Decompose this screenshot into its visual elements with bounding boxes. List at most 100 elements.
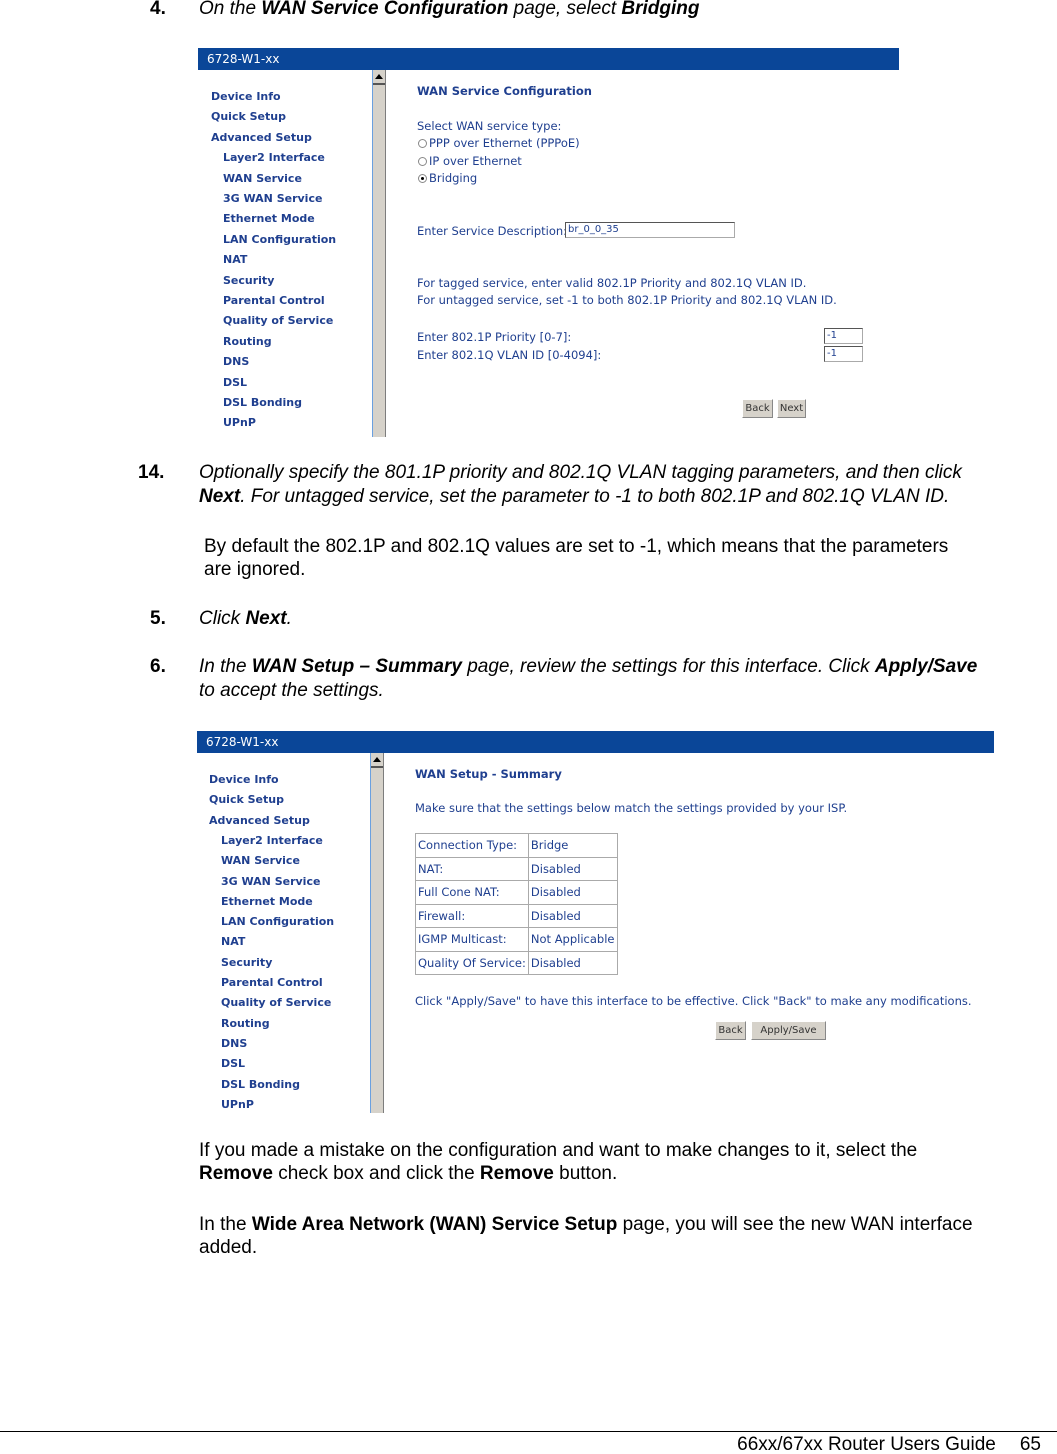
note-line-1: If you made a mistake on the configurati… bbox=[199, 1140, 918, 1161]
step-text-line-1: Optionally specify the 801.1P priority a… bbox=[199, 462, 962, 483]
sidebar-item-layer2-interface[interactable]: Layer2 Interface bbox=[223, 151, 325, 164]
sidebar-item-3g-wan-service[interactable]: 3G WAN Service bbox=[223, 192, 322, 205]
wan-setup-summary-screenshot: 6728-W1-xx Device Info Quick Setup Advance… bbox=[197, 731, 994, 1113]
sidebar-item-wan-service[interactable]: WAN Service bbox=[223, 172, 302, 185]
sidebar-item-dsl-bonding[interactable]: DSL Bonding bbox=[221, 1078, 300, 1091]
table-row: NAT: Disabled bbox=[415, 856, 618, 881]
main-content: WAN Setup - Summary Make sure that the s… bbox=[387, 753, 994, 1113]
step-5: 5. Click Next. bbox=[150, 607, 550, 631]
row-label: Firewall: bbox=[415, 903, 529, 928]
row-value: Disabled bbox=[527, 856, 618, 881]
window-title: 6728-W1-xx bbox=[197, 731, 994, 753]
sidebar-item-quality-of-service[interactable]: Quality of Service bbox=[221, 996, 331, 1009]
sidebar-item-dns[interactable]: DNS bbox=[223, 355, 249, 368]
step-text-line-1: In the WAN Setup – Summary page, review … bbox=[199, 656, 978, 677]
table-row: IGMP Multicast: Not Applicable bbox=[415, 927, 618, 952]
scroll-up-arrow-icon[interactable] bbox=[371, 753, 383, 768]
service-description-input[interactable]: br_0_0_35 bbox=[565, 222, 735, 238]
radio-bridging[interactable] bbox=[418, 174, 427, 183]
step-text-line-2: Next. For untagged service, set the para… bbox=[199, 486, 950, 507]
sidebar-item-upnp[interactable]: UPnP bbox=[221, 1098, 254, 1111]
sidebar-item-dsl-bonding[interactable]: DSL Bonding bbox=[223, 396, 302, 409]
back-button[interactable]: Back bbox=[742, 399, 773, 418]
sidebar-item-wan-service[interactable]: WAN Service bbox=[221, 854, 300, 867]
sidebar-item-quality-of-service[interactable]: Quality of Service bbox=[223, 314, 333, 327]
untagged-service-note: For untagged service, set -1 to both 802… bbox=[417, 293, 837, 307]
step-text-line-2: to accept the settings. bbox=[199, 680, 384, 701]
step-4: 4. On the WAN Service Configuration page… bbox=[150, 0, 1050, 21]
radio-pppoe[interactable] bbox=[418, 139, 427, 148]
row-label: Full Cone NAT: bbox=[415, 880, 529, 905]
note-line-2: are ignored. bbox=[204, 559, 306, 580]
vlan-id-input[interactable]: -1 bbox=[824, 346, 863, 362]
sidebar-item-lan-configuration[interactable]: LAN Configuration bbox=[221, 915, 334, 928]
scrollbar[interactable] bbox=[372, 70, 386, 437]
service-description-label: Enter Service Description: bbox=[417, 224, 568, 238]
sidebar-item-device-info[interactable]: Device Info bbox=[209, 773, 279, 786]
sidebar-item-parental-control[interactable]: Parental Control bbox=[221, 976, 323, 989]
sidebar-item-ethernet-mode[interactable]: Ethernet Mode bbox=[221, 895, 313, 908]
row-value: Disabled bbox=[527, 950, 618, 975]
sidebar-nav: Device Info Quick Setup Advanced Setup Laye… bbox=[197, 753, 371, 1113]
step-number: 14. bbox=[138, 462, 165, 483]
radio-ipoe[interactable] bbox=[418, 157, 427, 166]
sidebar-item-parental-control[interactable]: Parental Control bbox=[223, 294, 325, 307]
sidebar-item-dsl[interactable]: DSL bbox=[223, 376, 247, 389]
row-value: Not Applicable bbox=[527, 927, 618, 952]
table-row: Firewall: Disabled bbox=[415, 903, 618, 928]
table-row: Connection Type: Bridge bbox=[415, 833, 618, 858]
option-label: PPP over Ethernet (PPPoE) bbox=[429, 136, 580, 150]
row-value: Disabled bbox=[527, 903, 618, 928]
priority-input[interactable]: -1 bbox=[824, 328, 863, 344]
window-title: 6728-W1-xx bbox=[198, 48, 899, 70]
scrollbar[interactable] bbox=[370, 753, 384, 1113]
sidebar-item-device-info[interactable]: Device Info bbox=[211, 90, 281, 103]
sidebar-item-advanced-setup[interactable]: Advanced Setup bbox=[211, 131, 312, 144]
sidebar-item-upnp[interactable]: UPnP bbox=[223, 416, 256, 429]
option-bridging[interactable]: Bridging bbox=[418, 171, 477, 185]
next-button[interactable]: Next bbox=[777, 399, 806, 418]
sidebar-item-dsl[interactable]: DSL bbox=[221, 1057, 245, 1070]
sidebar-item-nat[interactable]: NAT bbox=[223, 253, 247, 266]
sidebar-item-layer2-interface[interactable]: Layer2 Interface bbox=[221, 834, 323, 847]
sidebar-item-quick-setup[interactable]: Quick Setup bbox=[211, 110, 286, 123]
sidebar-item-routing[interactable]: Routing bbox=[223, 335, 272, 348]
step-text: On the WAN Service Configuration page, s… bbox=[199, 0, 700, 19]
table-row: Quality Of Service: Disabled bbox=[415, 950, 618, 975]
wan-service-config-screenshot: 6728-W1-xx Device Info Quick Setup Advance… bbox=[198, 48, 899, 437]
sidebar-item-advanced-setup[interactable]: Advanced Setup bbox=[209, 814, 310, 827]
apply-note: Click "Apply/Save" to have this interfac… bbox=[415, 994, 972, 1008]
row-label: NAT: bbox=[415, 856, 529, 881]
step-14: 14. Optionally specify the 801.1P priori… bbox=[138, 461, 1057, 511]
page-heading: WAN Service Configuration bbox=[417, 84, 592, 98]
sidebar-item-dns[interactable]: DNS bbox=[221, 1037, 247, 1050]
row-value: Disabled bbox=[527, 880, 618, 905]
select-label: Select WAN service type: bbox=[417, 119, 562, 133]
option-label: Bridging bbox=[429, 171, 478, 185]
sidebar-item-lan-configuration[interactable]: LAN Configuration bbox=[223, 233, 336, 246]
sidebar-item-3g-wan-service[interactable]: 3G WAN Service bbox=[221, 875, 320, 888]
apply-save-button[interactable]: Apply/Save bbox=[751, 1021, 826, 1040]
step-number: 5. bbox=[150, 608, 166, 629]
guide-title: 66xx/67xx Router Users Guide bbox=[737, 1434, 996, 1454]
sidebar-item-security[interactable]: Security bbox=[223, 274, 274, 287]
tagged-service-note: For tagged service, enter valid 802.1P P… bbox=[417, 276, 807, 290]
option-pppoe[interactable]: PPP over Ethernet (PPPoE) bbox=[418, 136, 580, 150]
sidebar-item-security[interactable]: Security bbox=[221, 956, 272, 969]
scroll-up-arrow-icon[interactable] bbox=[373, 70, 385, 85]
note-line-2: Remove check box and click the Remove bu… bbox=[199, 1163, 618, 1184]
step-number: 6. bbox=[150, 656, 166, 677]
row-label: Connection Type: bbox=[415, 833, 529, 858]
sidebar-item-quick-setup[interactable]: Quick Setup bbox=[209, 793, 284, 806]
back-button[interactable]: Back bbox=[715, 1021, 746, 1040]
option-ipoe[interactable]: IP over Ethernet bbox=[418, 154, 522, 168]
summary-table: Connection Type: Bridge NAT: Disabled Full C… bbox=[415, 833, 618, 975]
sidebar-item-ethernet-mode[interactable]: Ethernet Mode bbox=[223, 212, 315, 225]
intro-text: Make sure that the settings below match … bbox=[415, 801, 848, 815]
table-row: Full Cone NAT: Disabled bbox=[415, 880, 618, 905]
sidebar-item-routing[interactable]: Routing bbox=[221, 1017, 270, 1030]
page-number: 65 bbox=[1019, 1434, 1041, 1454]
wan-interface-note: In the Wide Area Network (WAN) Service S… bbox=[199, 1213, 1057, 1259]
vlan-id-label: Enter 802.1Q VLAN ID [0-4094]: bbox=[417, 348, 602, 362]
sidebar-item-nat[interactable]: NAT bbox=[221, 935, 245, 948]
